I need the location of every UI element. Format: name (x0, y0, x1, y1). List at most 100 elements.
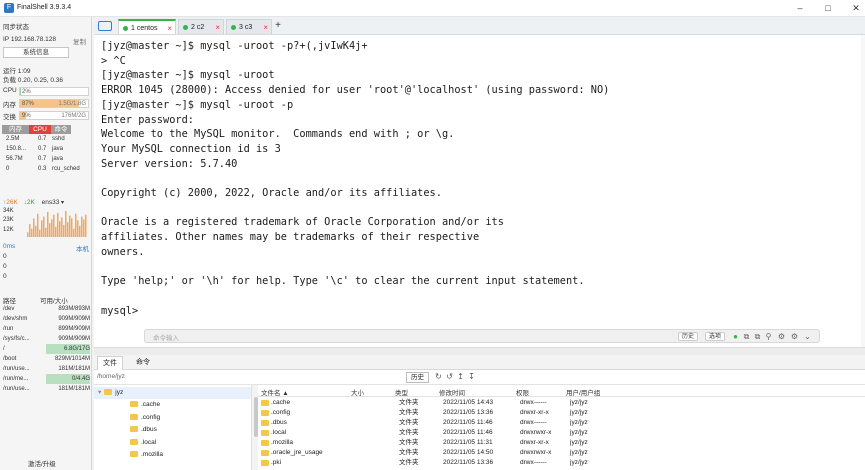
copy-icon[interactable]: ⧉ (742, 332, 751, 341)
column-header[interactable]: 文件名 ▲ (261, 387, 289, 397)
column-header[interactable]: 修改时间 (439, 387, 465, 397)
search-icon[interactable]: ⚲ (764, 332, 773, 341)
disk-row[interactable]: /sys/fs/c... 909M/909M (2, 334, 90, 344)
chevron-down-icon[interactable]: ▾ (98, 389, 101, 396)
folder-icon (261, 430, 269, 436)
history-button[interactable]: 历史 (678, 332, 699, 341)
tree-item[interactable]: .config (130, 412, 160, 424)
current-path[interactable]: /home/jyz (97, 373, 125, 380)
tree-item[interactable]: .mozilla (130, 449, 163, 461)
net-bar (41, 220, 43, 237)
close-tab-icon[interactable]: × (167, 21, 172, 36)
terminal-line: [jyz@master ~]$ mysql -uroot -p (101, 98, 294, 111)
paste-icon[interactable]: ⧉ (753, 332, 762, 341)
net-bar (47, 211, 49, 237)
chevron-down-icon[interactable]: ⌄ (803, 332, 812, 341)
disk-path: /dev/shm (3, 316, 28, 322)
column-header[interactable]: 用户/用户组 (566, 387, 600, 397)
disk-row[interactable]: /dev 893M/893M (2, 304, 90, 314)
file-row[interactable]: .cache 文件夹 2022/11/05 14:43 drwx------ jyz/j… (258, 398, 865, 408)
file-row[interactable]: .config 文件夹 2022/11/05 13:36 drwxr-xr-x jyz/… (258, 408, 865, 418)
options-button[interactable]: 选项 (705, 332, 726, 341)
file-type: 文件夹 (399, 439, 419, 446)
tab-commands[interactable]: 命令 (130, 356, 156, 370)
path-history-button[interactable]: 历史 (406, 372, 429, 383)
net-bar (79, 225, 81, 237)
tab-session-1[interactable]: 1 centos × (118, 19, 176, 34)
maximize-icon[interactable]: □ (814, 0, 842, 17)
upload-icon[interactable]: ↥ (456, 372, 465, 382)
upgrade-link[interactable]: 激活/升级 (28, 458, 56, 468)
disk-row[interactable]: /run/me... 0/4.4G (2, 374, 90, 384)
download-icon[interactable]: ↧ (467, 372, 476, 382)
add-tab-icon[interactable]: + (272, 19, 284, 33)
tab-label: 2 c2 (191, 24, 205, 31)
tab-session-2[interactable]: 2 c2 × (178, 19, 224, 34)
tree-item-label: .dbus (141, 426, 157, 433)
process-row[interactable]: 2.5M 0.7 sshd (2, 135, 88, 144)
disk-row[interactable]: /run 899M/909M (2, 324, 90, 334)
disk-path: /run/use... (3, 366, 30, 372)
terminal-scrollbar[interactable] (861, 35, 865, 347)
file-list: 文件名 ▲ 大小 类型 修改时间 权限 用户/用户组 .cache 文件夹 2022/11/0… (258, 385, 865, 470)
net-bar (43, 216, 45, 237)
chevron-down-icon[interactable]: ▾ (59, 200, 64, 206)
file-row[interactable]: .dbus 文件夹 2022/11/05 11:46 drwx------ jyz/jy… (258, 418, 865, 428)
file-row[interactable]: .pki 文件夹 2022/11/05 13:36 drwx------ jyz/jyz (258, 458, 865, 468)
tab-files[interactable]: 文件 (97, 356, 123, 370)
process-tab-memory[interactable]: 内存 (2, 125, 29, 134)
disk-row[interactable]: /run/use... 181M/181M (2, 364, 90, 374)
tree-item[interactable]: .local (130, 437, 156, 449)
net-bar (53, 214, 55, 237)
copy-ip-link[interactable]: 复制 (73, 36, 86, 46)
tab-session-3[interactable]: 3 c3 × (226, 19, 272, 34)
tree-item-label: .cache (141, 401, 161, 408)
close-icon[interactable]: ✕ (842, 0, 865, 17)
folder-icon (104, 389, 113, 395)
system-info-button[interactable]: 系统信息 (3, 47, 69, 58)
file-row[interactable]: .mozilla 文件夹 2022/11/05 11:31 drwxr-xr-x jyz… (258, 438, 865, 448)
net-bar (77, 220, 79, 237)
terminal-line: Welcome to the MySQL monitor. Commands e… (101, 128, 455, 141)
lightning-icon[interactable]: ● (731, 332, 740, 341)
file-name: .cache (271, 399, 291, 406)
file-time: 2022/11/05 11:46 (443, 419, 493, 426)
net-interface-select[interactable]: ens33 (42, 199, 60, 206)
refresh-icon[interactable]: ↻ (434, 372, 443, 382)
disk-row[interactable]: /run/use... 181M/181M (2, 384, 90, 394)
session-tab-bar: 1 centos × 2 c2 × 3 c3 × + (94, 17, 865, 35)
disk-row[interactable]: / 6.8G/17G (2, 344, 90, 354)
process-row[interactable]: 56.7M 0.7 java (2, 155, 88, 164)
tree-item-label: .local (141, 438, 157, 446)
minimize-icon[interactable]: – (786, 0, 814, 17)
gear-icon[interactable]: ⚙ (777, 332, 786, 341)
terminal-output[interactable]: [jyz@master ~]$ mysql -uroot -p?+(,jvIwK… (94, 35, 865, 347)
folder-icon[interactable] (98, 21, 112, 31)
net-bar (29, 224, 31, 237)
process-row[interactable]: 0 0.3 rcu_sched (2, 165, 88, 174)
close-tab-icon[interactable]: × (263, 20, 268, 35)
tree-item[interactable]: .dbus (130, 424, 157, 436)
column-header[interactable]: 大小 (351, 387, 364, 397)
disk-row[interactable]: /boot 829M/1014M (2, 354, 90, 364)
tree-item[interactable]: .cache (130, 399, 160, 411)
file-row[interactable]: .local 文件夹 2022/11/05 11:46 drwxrwxr-x jyz/j… (258, 428, 865, 438)
file-perm: drwx------ (520, 459, 547, 466)
column-header[interactable]: 权限 (516, 387, 529, 397)
column-header[interactable]: 类型 (395, 387, 408, 397)
file-type: 文件夹 (399, 429, 419, 436)
net-bar (69, 215, 71, 237)
command-input[interactable]: 命令输入 历史 选项 ● ⧉ ⧉ ⚲ ⚙ ⚙ ⌄ (144, 329, 820, 343)
close-tab-icon[interactable]: × (215, 20, 220, 35)
tree-item-root[interactable]: ▾ jyz (94, 387, 251, 399)
process-tab-cpu[interactable]: CPU (29, 125, 51, 134)
terminal-line: Your MySQL connection id is 3 (101, 142, 281, 155)
process-row[interactable]: 150.8... 0.7 java (2, 145, 88, 154)
panel-splitter[interactable] (94, 347, 865, 355)
file-row[interactable]: .oracle_jre_usage 文件夹 2022/11/05 14:50 drwx… (258, 448, 865, 458)
process-tab-command[interactable]: 命令 (51, 125, 71, 134)
terminal-line: Copyright (c) 2000, 2022, Oracle and/or … (101, 187, 442, 199)
disk-row[interactable]: /dev/shm 909M/909M (2, 314, 90, 324)
settings-icon[interactable]: ⚙ (790, 332, 799, 341)
back-icon[interactable]: ↺ (445, 372, 454, 382)
